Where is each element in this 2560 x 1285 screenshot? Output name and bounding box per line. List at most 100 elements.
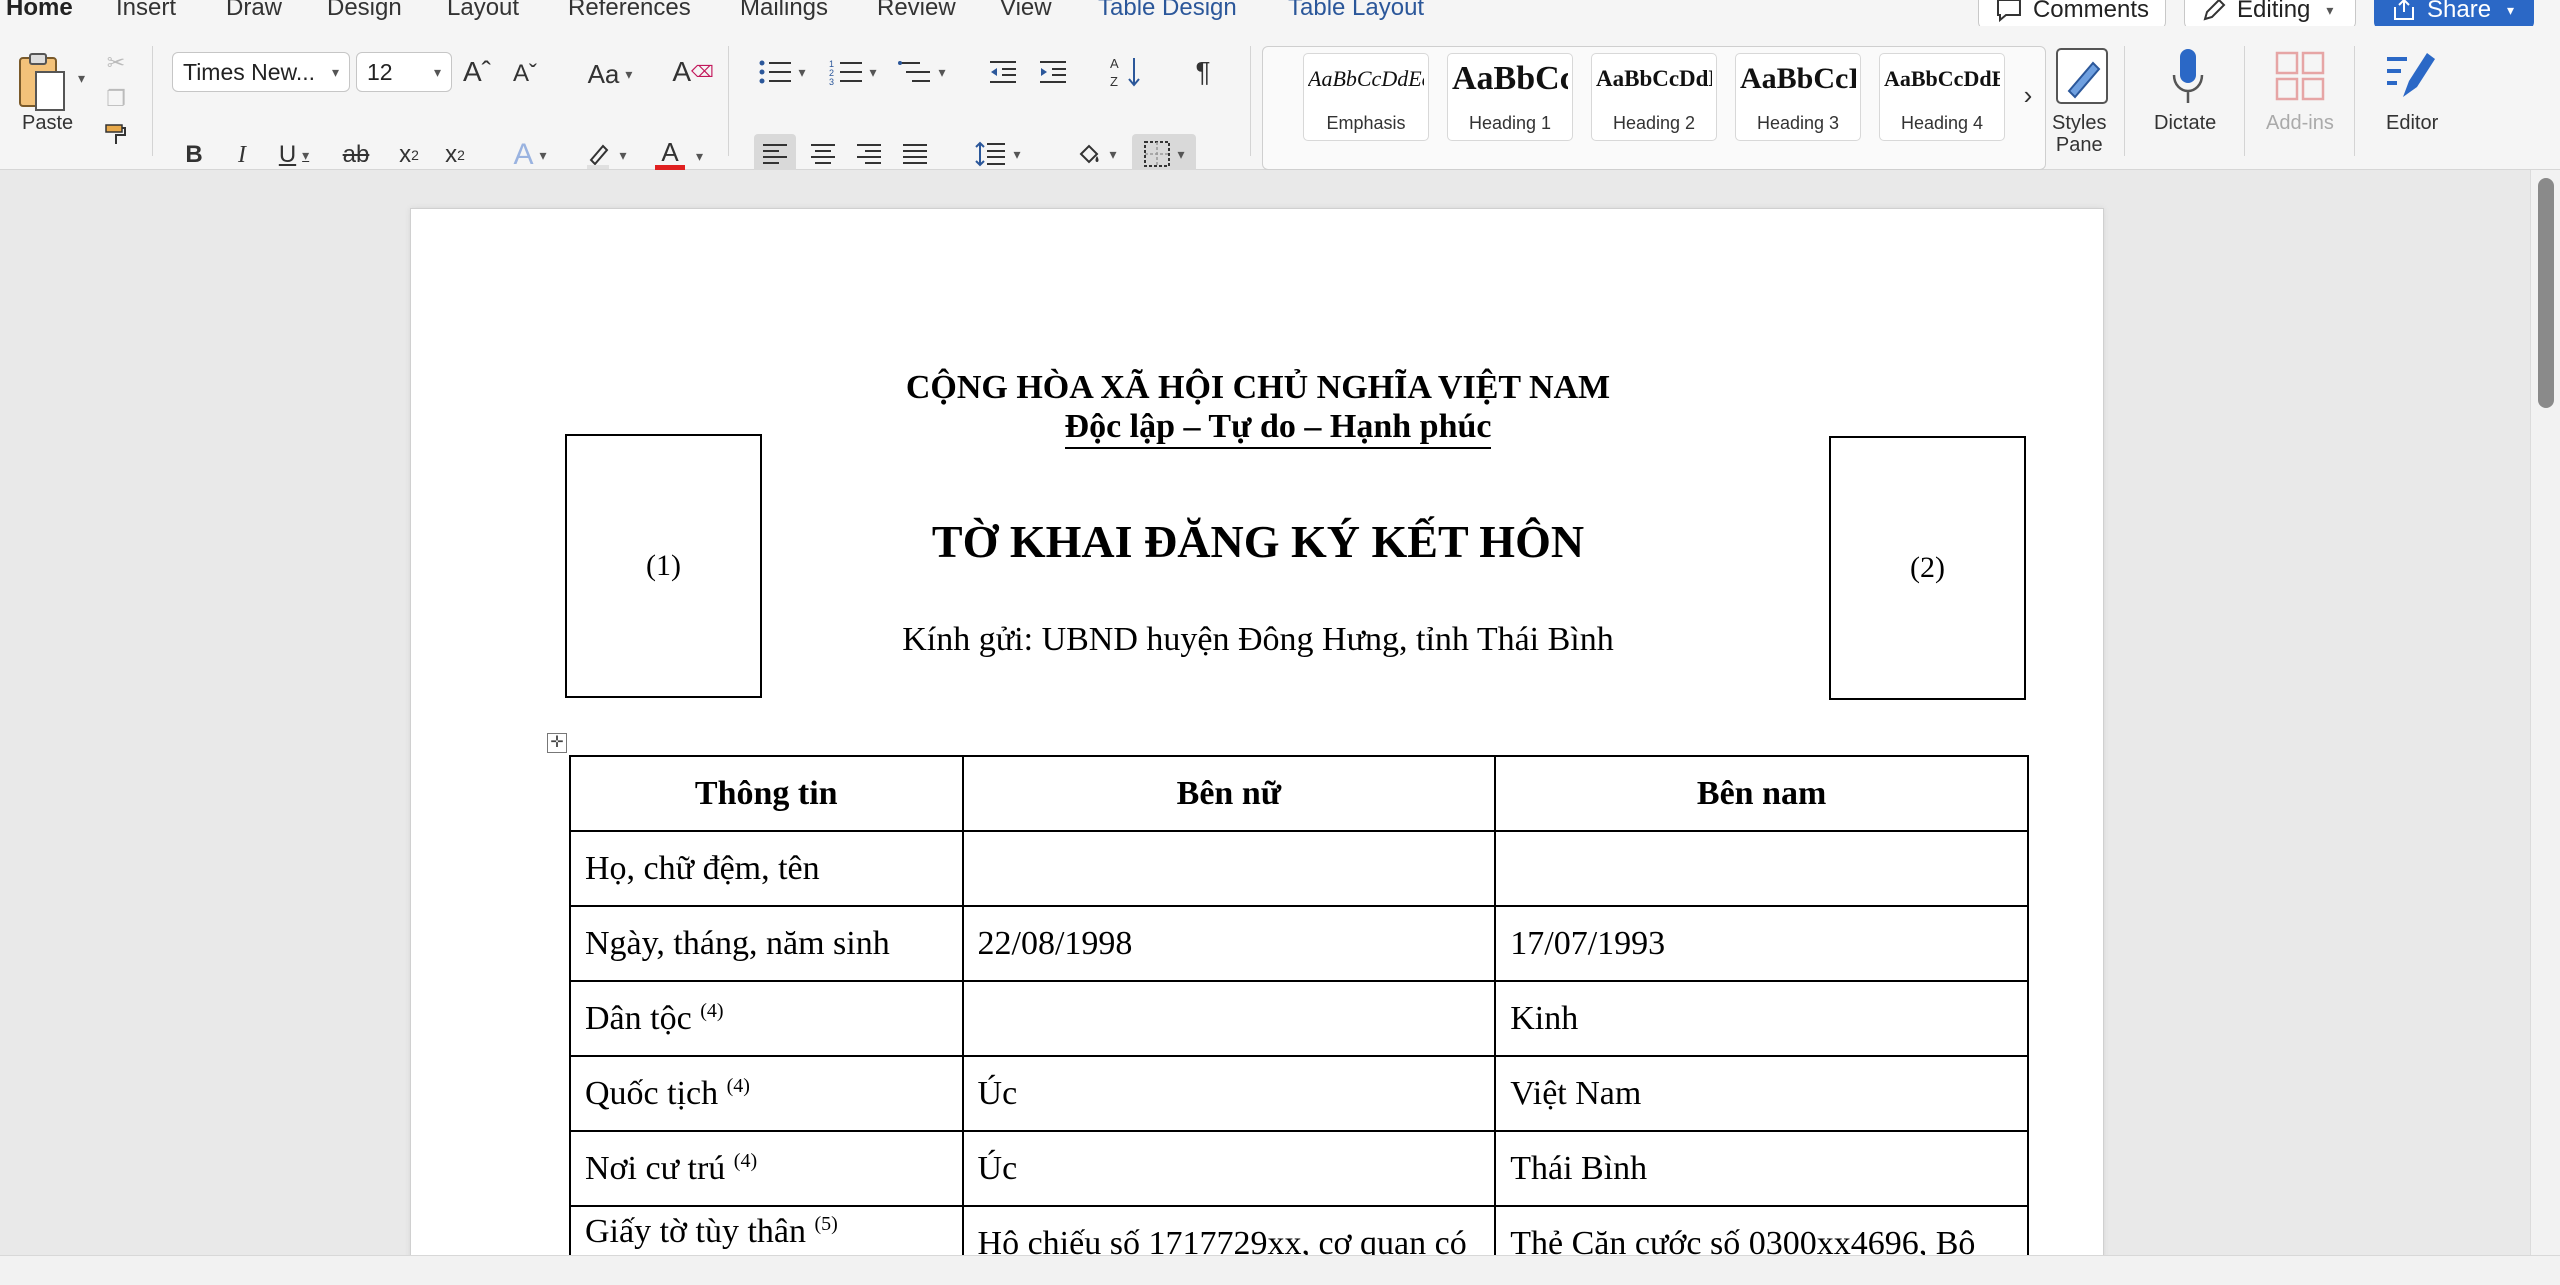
male-cell[interactable]: 17/07/1993 — [1494, 905, 2029, 982]
female-cell[interactable] — [961, 980, 1497, 1057]
table-move-handle-icon[interactable]: ✛ — [547, 733, 567, 753]
format-painter-icon[interactable] — [102, 120, 130, 150]
chevron-right-icon[interactable]: › — [2017, 77, 2039, 113]
row-label[interactable]: Quốc tịch (4) — [569, 1055, 964, 1132]
tab-draw[interactable]: Draw — [226, 0, 282, 22]
tab-review[interactable]: Review — [877, 0, 956, 22]
female-cell[interactable]: Úc — [961, 1055, 1497, 1132]
pencil-icon — [2203, 0, 2226, 21]
grow-font-icon[interactable]: Aˆ — [462, 54, 492, 90]
dictate-label: Dictate — [2154, 112, 2217, 134]
row-label[interactable]: Nơi cư trú (4) — [569, 1130, 964, 1207]
row-label[interactable]: Dân tộc (4) — [569, 980, 964, 1057]
tab-references[interactable]: References — [568, 0, 691, 22]
chevron-down-icon: ▾ — [433, 63, 441, 80]
italic-icon[interactable]: I — [228, 138, 256, 172]
document-page[interactable]: CỘNG HÒA XÃ HỘI CHỦ NGHĨA VIỆT NAM Độc l… — [410, 208, 2104, 1285]
footnote-ref: (4) — [700, 999, 724, 1022]
underline-icon[interactable]: U ▾ — [274, 138, 314, 172]
increase-indent-icon[interactable] — [1036, 54, 1070, 90]
justify-icon[interactable] — [896, 134, 934, 174]
add-ins-icon[interactable] — [2274, 50, 2326, 102]
male-cell[interactable] — [1494, 830, 2029, 907]
vertical-scrollbar[interactable] — [2530, 170, 2560, 1255]
female-cell[interactable]: 22/08/1998 — [961, 905, 1497, 982]
editor-icon[interactable] — [2382, 46, 2440, 108]
tab-view[interactable]: View — [1000, 0, 1052, 22]
paste-button[interactable] — [12, 50, 72, 114]
table-row: Dân tộc (4) Kinh — [569, 980, 2029, 1057]
add-ins-label: Add-ins — [2266, 112, 2334, 134]
borders-icon[interactable]: ▾ — [1132, 134, 1196, 174]
tab-mailings[interactable]: Mailings — [740, 0, 828, 22]
row-label[interactable]: Họ, chữ đệm, tên — [569, 830, 964, 907]
svg-text:3: 3 — [829, 77, 834, 86]
ribbon-home: ▾ Paste ✂ ❐ Times New... ▾ 12 ▾ Aˆ Aˇ Aa… — [0, 26, 2560, 174]
shrink-font-icon[interactable]: Aˇ — [510, 56, 540, 92]
male-cell[interactable]: Thái Bình — [1494, 1130, 2029, 1207]
cut-icon[interactable]: ✂ — [102, 48, 130, 78]
bold-icon[interactable]: B — [180, 138, 208, 172]
show-formatting-marks-icon[interactable]: ¶ — [1186, 52, 1220, 92]
styles-pane-button[interactable] — [2054, 46, 2110, 106]
text-effects-icon[interactable]: A ▾ — [508, 138, 552, 172]
table-row: Quốc tịch (4) Úc Việt Nam — [569, 1055, 2029, 1132]
strikethrough-icon[interactable]: ab — [340, 138, 372, 172]
microphone-icon[interactable] — [2168, 46, 2208, 108]
paste-options-chevron-icon[interactable]: ▾ — [78, 70, 85, 87]
font-color-icon[interactable]: A — [644, 134, 696, 174]
style-heading-3[interactable]: AaBbCcI Heading 3 — [1735, 53, 1861, 141]
style-heading-4[interactable]: AaBbCcDdE Heading 4 — [1879, 53, 2005, 141]
style-name: Heading 4 — [1900, 113, 1984, 133]
tab-design[interactable]: Design — [327, 0, 402, 22]
multilevel-list-icon[interactable]: ▾ — [894, 54, 950, 90]
table-header-row: Thông tin Bên nữ Bên nam — [569, 755, 2029, 832]
style-emphasis[interactable]: AaBbCcDdEe Emphasis — [1303, 53, 1429, 141]
style-heading-1[interactable]: AaBbCc Heading 1 — [1447, 53, 1573, 141]
clear-formatting-icon[interactable]: A ⌫ — [672, 54, 713, 90]
tab-insert[interactable]: Insert — [116, 0, 176, 22]
female-cell[interactable]: Úc — [961, 1130, 1497, 1207]
shading-icon[interactable]: ▾ — [1066, 134, 1126, 174]
font-family-value: Times New... — [183, 58, 316, 85]
change-case-button[interactable]: Aa ▾ — [580, 56, 640, 92]
document-canvas[interactable]: CỘNG HÒA XÃ HỘI CHỦ NGHĨA VIỆT NAM Độc l… — [0, 170, 2530, 1285]
row-label[interactable]: Ngày, tháng, năm sinh — [569, 905, 964, 982]
tab-home[interactable]: Home — [2, 0, 77, 30]
divider — [1250, 46, 1251, 156]
align-left-icon[interactable] — [754, 134, 796, 174]
styles-pane-icon — [2056, 48, 2108, 104]
tab-table-design[interactable]: Table Design — [1098, 0, 1237, 22]
comment-icon — [1996, 0, 2021, 23]
style-preview: AaBbCcDdE — [1596, 66, 1712, 91]
tab-table-layout[interactable]: Table Layout — [1288, 0, 1424, 22]
divider — [728, 46, 729, 156]
font-color-chevron-icon[interactable]: ▾ — [696, 148, 703, 165]
align-center-icon[interactable] — [804, 134, 842, 174]
style-name: Heading 2 — [1612, 113, 1696, 133]
font-family-dropdown[interactable]: Times New... ▾ — [172, 52, 350, 92]
numbering-icon[interactable]: 1 2 3 ▾ — [826, 54, 880, 90]
national-motto: Độc lập – Tự do – Hạnh phúc — [1064, 407, 1492, 449]
tab-layout[interactable]: Layout — [447, 0, 519, 22]
sort-icon[interactable]: AZ — [1108, 52, 1146, 92]
scrollbar-thumb[interactable] — [2538, 178, 2554, 408]
line-spacing-icon[interactable]: ▾ — [968, 134, 1028, 174]
font-size-dropdown[interactable]: 12 ▾ — [356, 52, 452, 92]
female-cell[interactable] — [961, 830, 1497, 907]
share-label: Share — [2427, 0, 2492, 23]
bullets-icon[interactable]: ▾ — [756, 54, 808, 90]
align-right-icon[interactable] — [850, 134, 888, 174]
decrease-indent-icon[interactable] — [986, 54, 1020, 90]
chevron-down-icon: ▾ — [625, 65, 633, 82]
superscript-icon[interactable]: x2 — [440, 138, 470, 172]
subscript-icon[interactable]: x2 — [394, 138, 424, 172]
divider — [2124, 46, 2125, 156]
copy-icon[interactable]: ❐ — [102, 84, 130, 114]
style-heading-2[interactable]: AaBbCcDdE Heading 2 — [1591, 53, 1717, 141]
chevron-down-icon: ▾ — [2326, 1, 2334, 18]
male-cell[interactable]: Kinh — [1494, 980, 2029, 1057]
font-size-value: 12 — [367, 58, 393, 85]
male-cell[interactable]: Việt Nam — [1494, 1055, 2029, 1132]
highlight-color-icon[interactable]: ▾ — [576, 138, 634, 172]
